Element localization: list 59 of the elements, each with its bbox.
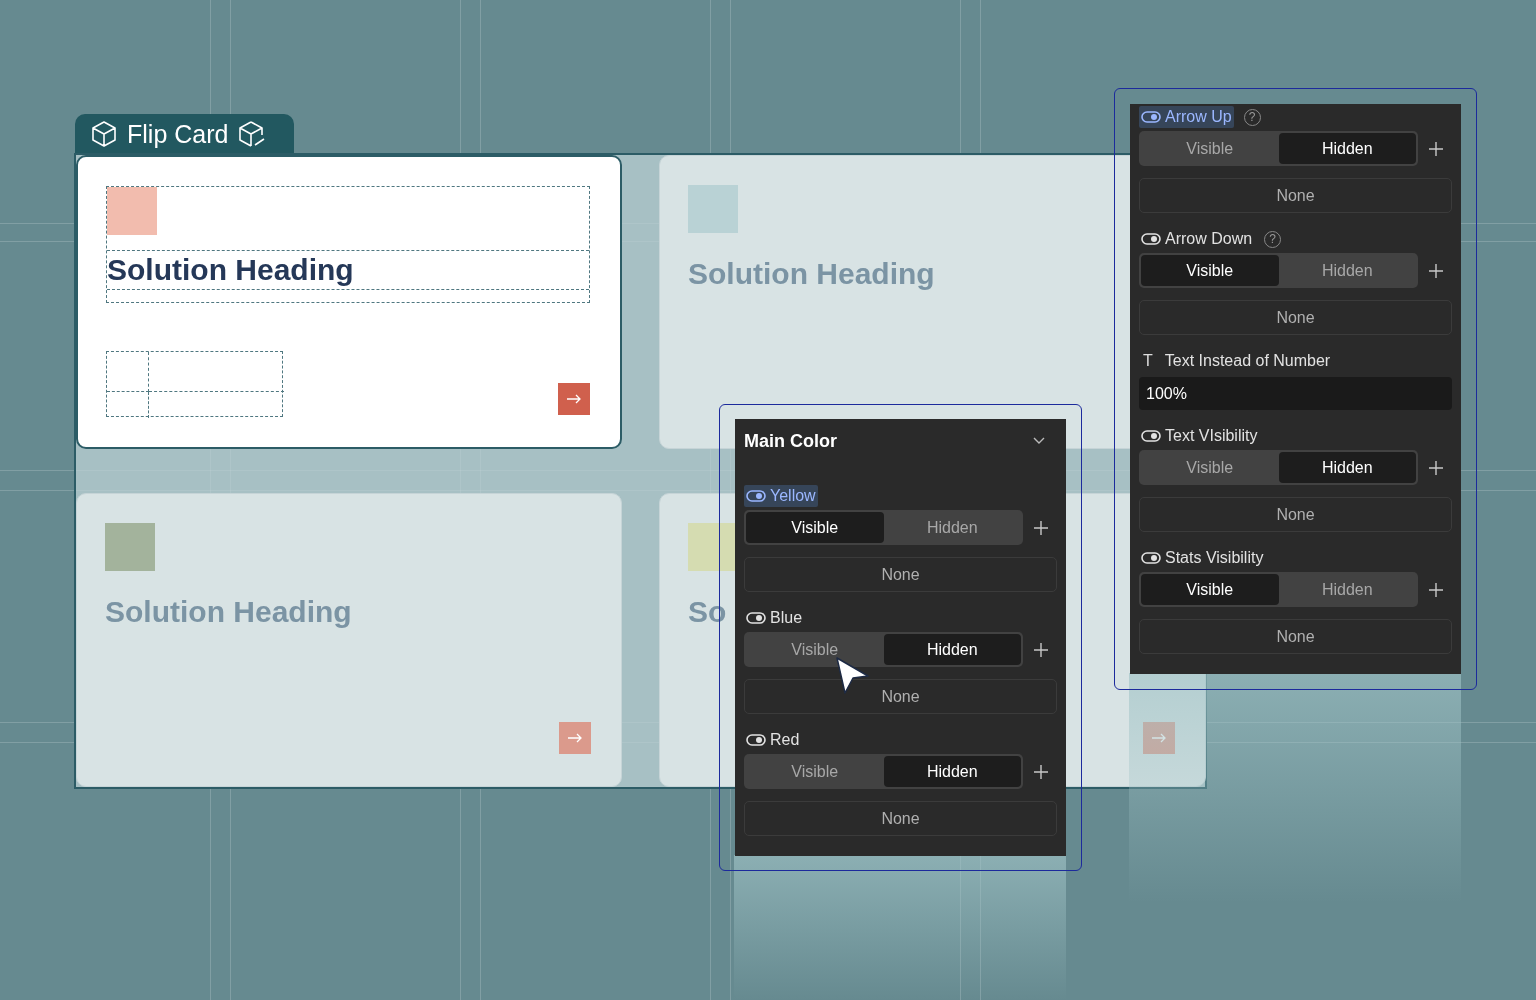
text-type-icon: T	[1139, 352, 1153, 370]
property-label: Yellow	[744, 485, 818, 507]
card-heading: Solution Heading	[688, 257, 935, 291]
add-icon[interactable]	[1428, 262, 1444, 279]
binding-field[interactable]: None	[1139, 619, 1452, 654]
arrow-right-icon	[567, 733, 583, 743]
arrow-button[interactable]	[558, 383, 590, 415]
add-icon[interactable]	[1033, 641, 1049, 658]
cursor-icon	[835, 656, 871, 696]
segment-option[interactable]: Visible	[746, 512, 884, 543]
segment-option[interactable]: Hidden	[883, 634, 1021, 665]
text-field[interactable]: 100%	[1139, 377, 1452, 410]
panel-title: Main Color	[744, 430, 837, 452]
cube-icon	[91, 120, 117, 148]
add-icon[interactable]	[1428, 459, 1444, 476]
arrow-right-icon	[566, 394, 582, 404]
component-tab[interactable]: Flip Card	[75, 114, 294, 154]
segment-option[interactable]: Hidden	[883, 512, 1021, 543]
toggle-icon	[1141, 552, 1161, 564]
toggle-icon	[1141, 111, 1161, 123]
segment-option[interactable]: Hidden	[883, 756, 1021, 787]
segment-option[interactable]: Hidden	[1278, 255, 1416, 286]
card-heading: Solution Heading	[107, 253, 354, 287]
toggle-icon	[746, 612, 766, 624]
segment-option[interactable]: Visible	[746, 634, 884, 665]
add-icon[interactable]	[1033, 519, 1049, 536]
toggle-icon	[1141, 233, 1161, 245]
add-icon[interactable]	[1033, 763, 1049, 780]
segment-option[interactable]: Hidden	[1278, 574, 1416, 605]
property-label: Arrow Down	[1139, 228, 1255, 250]
binding-field[interactable]: None	[744, 801, 1057, 836]
segment-option[interactable]: Visible	[1141, 574, 1279, 605]
segment-option[interactable]: Hidden	[1278, 133, 1416, 164]
chevron-down-icon[interactable]	[1033, 437, 1045, 445]
property-label: Red	[744, 729, 802, 751]
toggle-icon	[746, 490, 766, 502]
toggle-icon	[746, 734, 766, 746]
arrow-right-icon	[1151, 733, 1167, 743]
property-label: Stats Visibility	[1139, 547, 1266, 569]
segment-option[interactable]: Visible	[1141, 133, 1279, 164]
add-icon[interactable]	[1428, 581, 1444, 598]
binding-field[interactable]: None	[1139, 497, 1452, 532]
segment-option[interactable]: Hidden	[1278, 452, 1416, 483]
property-label: Arrow Up	[1139, 106, 1234, 128]
property-label: Blue	[744, 607, 805, 629]
add-icon[interactable]	[1428, 140, 1444, 157]
component-title: Flip Card	[127, 119, 229, 149]
property-label: Text VIsibility	[1139, 425, 1260, 447]
segment-option[interactable]: Visible	[1141, 255, 1279, 286]
segment-option[interactable]: Visible	[746, 756, 884, 787]
card-heading: Solution Heading	[105, 595, 352, 629]
binding-field[interactable]: None	[744, 679, 1057, 714]
toggle-icon	[1141, 430, 1161, 442]
property-label: Text Instead of Number	[1163, 351, 1332, 371]
binding-field[interactable]: None	[1139, 300, 1452, 335]
binding-field[interactable]: None	[744, 557, 1057, 592]
cube-edit-icon	[238, 120, 267, 148]
binding-field[interactable]: None	[1139, 178, 1452, 213]
segment-option[interactable]: Visible	[1141, 452, 1279, 483]
